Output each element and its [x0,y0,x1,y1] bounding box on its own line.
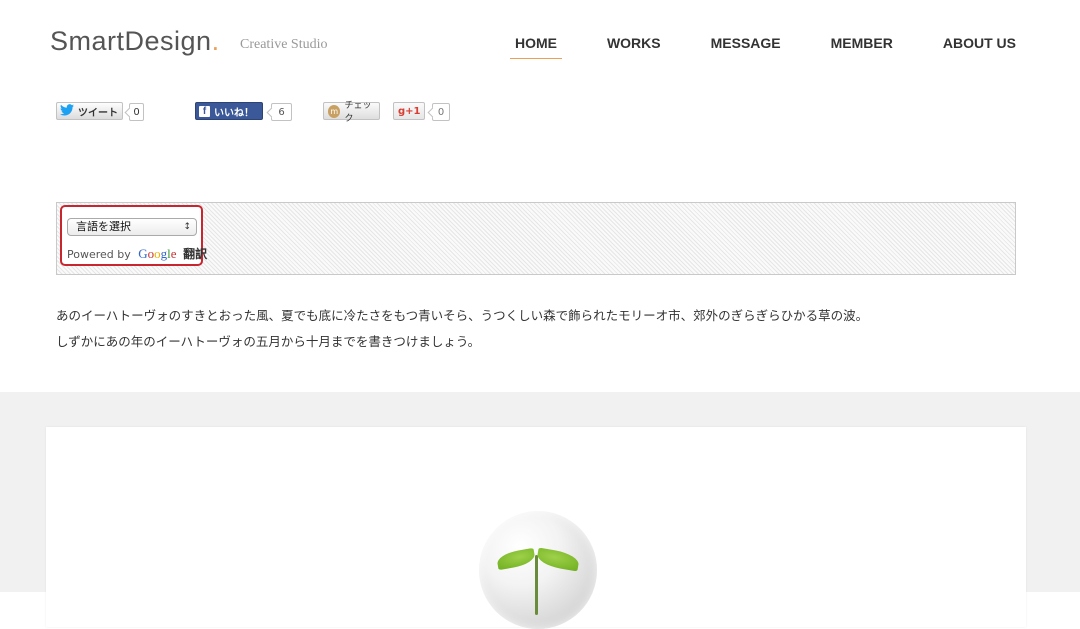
main-nav: HOME WORKS MESSAGE MEMBER ABOUT US [470,35,1021,59]
intro-line-2: しずかにあの年のイーハトーヴォの五月から十月までを書きつけましょう。 [56,334,481,349]
language-select-value: 言語を選択 [76,220,131,233]
tweet-count: 0 [129,103,144,121]
site-tagline: Creative Studio [240,37,328,52]
tweet-label: ツイート [78,107,118,119]
twitter-bird-icon [60,103,75,119]
tweet-button[interactable]: ツイート [56,102,123,120]
intro-text: あのイーハトーヴォのすきとおった風、夏でも底に冷たさをもつ青いそら、うつくしい森… [56,303,868,355]
featured-section [0,392,1080,629]
facebook-like-button[interactable]: f いいね！ [195,102,263,120]
nav-works[interactable]: WORKS [602,35,666,59]
like-count: 6 [271,103,292,121]
sprout-bulb-image [479,511,597,629]
sprout-leaf-right [535,547,581,572]
nav-about-us[interactable]: ABOUT US [938,35,1021,59]
facebook-icon: f [199,105,210,117]
translate-word: 翻訳 [183,247,208,261]
nav-member[interactable]: MEMBER [826,35,898,59]
logo-text: SmartDesign [50,26,212,56]
powered-by-label: Powered by [67,248,131,261]
check-label: チェック [344,101,372,124]
google-logo[interactable]: Google [138,246,176,261]
nav-message[interactable]: MESSAGE [706,35,786,59]
logo-dot: . [211,26,220,56]
site-logo[interactable]: SmartDesign. [50,26,220,57]
google-translate-widget: 言語を選択 ↕ Powered by Google 翻訳 [60,205,207,266]
nav-home[interactable]: HOME [509,35,562,59]
translate-box: 言語を選択 ↕ Powered by Google 翻訳 [56,202,1016,275]
gplus-label: g+1 [398,105,421,117]
sprout-stem [535,555,538,615]
site-header: SmartDesign. Creative Studio HOME WORKS … [0,0,1080,80]
gplus-count: 0 [432,103,450,121]
social-buttons: ツイート 0 f いいね！ 6 m チェック g+1 0 [56,101,456,124]
sprout-leaf-left [495,547,537,571]
featured-card [46,427,1026,629]
select-arrows-icon: ↕ [183,222,191,232]
google-plus-button[interactable]: g+1 [393,102,425,120]
intro-line-1: あのイーハトーヴォのすきとおった風、夏でも底に冷たさをもつ青いそら、うつくしい森… [56,308,869,323]
powered-by-google: Powered by Google 翻訳 [67,245,207,262]
language-select[interactable]: 言語を選択 ↕ [67,218,197,236]
like-label: いいね！ [214,107,254,119]
mixi-icon: m [328,104,341,118]
mixi-check-button[interactable]: m チェック [323,101,380,124]
